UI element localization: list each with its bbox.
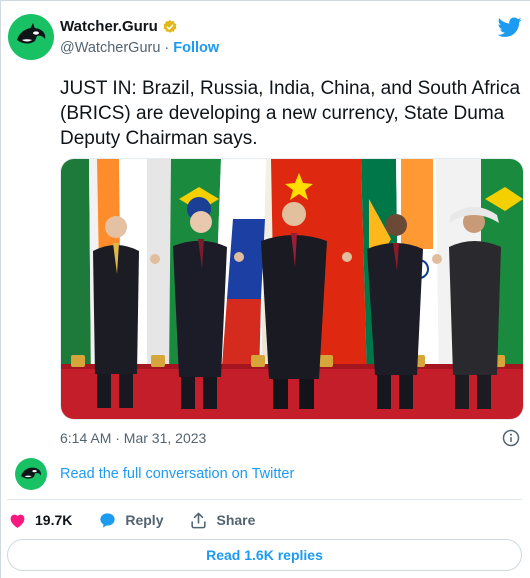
author-display-name[interactable]: Watcher.Guru <box>60 18 158 35</box>
divider <box>7 499 522 500</box>
like-button[interactable]: 19.7K <box>8 511 72 530</box>
heart-icon <box>10 514 25 528</box>
conversation-avatar[interactable] <box>15 458 47 490</box>
reply-button[interactable]: Reply <box>98 511 163 530</box>
author-handle-row: @WatcherGuru · Follow <box>60 40 219 56</box>
read-replies-button[interactable]: Read 1.6K replies <box>7 539 522 571</box>
tweet-card: Watcher.Guru @WatcherGuru · Follow JUST … <box>0 0 530 578</box>
author-handle[interactable]: @WatcherGuru <box>60 40 160 56</box>
twitter-bird-icon[interactable] <box>498 15 522 39</box>
reply-label: Reply <box>125 512 164 528</box>
orca-logo-icon <box>17 23 46 44</box>
brics-leaders-photo <box>61 159 523 419</box>
read-conversation-link[interactable]: Read the full conversation on Twitter <box>60 466 294 482</box>
card-left-border <box>0 0 1 578</box>
info-icon[interactable] <box>502 429 520 447</box>
handle-separator: · <box>164 40 170 56</box>
tweet-photo[interactable] <box>60 158 524 420</box>
tweet-actions: 19.7K Reply Share <box>8 509 281 531</box>
share-button[interactable]: Share <box>189 511 255 530</box>
tweet-text: JUST IN: Brazil, Russia, India, China, a… <box>60 78 521 149</box>
card-top-border <box>0 0 530 1</box>
author-avatar[interactable] <box>8 14 54 60</box>
verified-badge-icon <box>163 19 177 33</box>
tweet-timestamp[interactable]: 6:14 AM · Mar 31, 2023 <box>60 430 206 446</box>
share-upload-icon <box>191 512 207 528</box>
orca-logo-icon <box>21 467 42 479</box>
follow-button[interactable]: Follow <box>173 40 219 56</box>
reply-bubble-icon <box>100 512 115 528</box>
author-name-row[interactable]: Watcher.Guru <box>60 18 178 35</box>
likes-count: 19.7K <box>35 512 73 528</box>
share-label: Share <box>216 512 256 528</box>
